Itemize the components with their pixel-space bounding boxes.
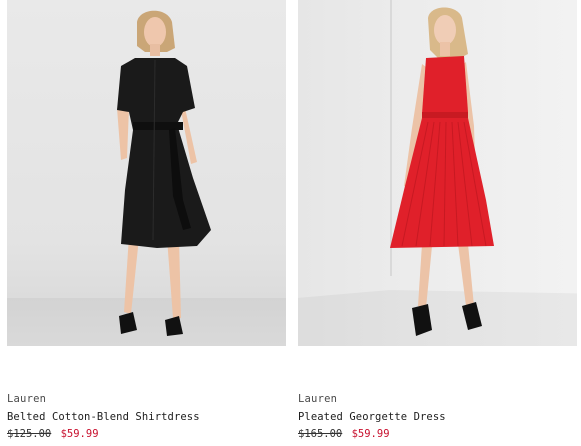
product-brand[interactable]: Lauren bbox=[7, 392, 286, 406]
product-info: Lauren Pleated Georgette Dress $165.00 $… bbox=[298, 392, 577, 441]
model-in-black-shirtdress-figure bbox=[117, 10, 211, 336]
product-info: Lauren Belted Cotton-Blend Shirtdress $1… bbox=[7, 392, 286, 441]
price-row: $165.00 $59.99 bbox=[298, 427, 577, 441]
product-card[interactable]: Lauren Belted Cotton-Blend Shirtdress $1… bbox=[7, 0, 286, 440]
product-image[interactable] bbox=[298, 0, 577, 346]
product-name[interactable]: Pleated Georgette Dress bbox=[298, 410, 577, 424]
sale-price: $59.99 bbox=[60, 428, 99, 440]
product-brand[interactable]: Lauren bbox=[298, 392, 577, 406]
product-card[interactable]: Lauren Pleated Georgette Dress $165.00 $… bbox=[298, 0, 577, 440]
product-name[interactable]: Belted Cotton-Blend Shirtdress bbox=[7, 410, 286, 424]
model-in-red-pleated-dress-figure bbox=[390, 7, 494, 336]
original-price: $125.00 bbox=[7, 428, 52, 440]
price-row: $125.00 $59.99 bbox=[7, 427, 286, 441]
sale-price: $59.99 bbox=[351, 428, 390, 440]
original-price: $165.00 bbox=[298, 428, 343, 440]
product-image[interactable] bbox=[7, 0, 286, 346]
